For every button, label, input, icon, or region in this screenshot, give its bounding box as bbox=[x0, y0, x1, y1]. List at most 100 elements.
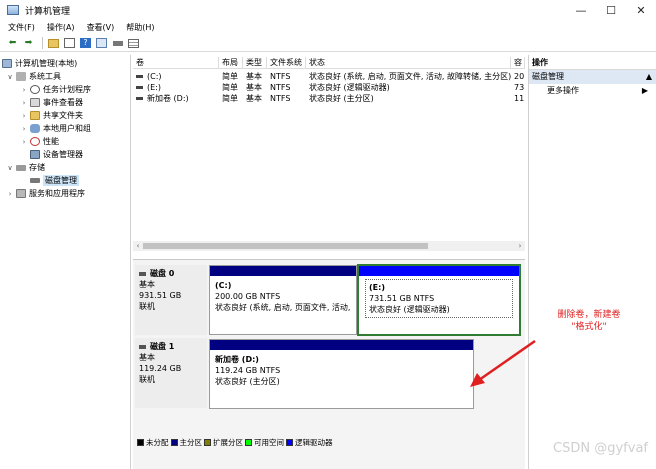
partition-bar bbox=[210, 340, 473, 350]
partition-bar bbox=[210, 266, 356, 276]
toolbar: ⬅ ➡ ? bbox=[0, 35, 656, 52]
annotation-line-2: "格式化" bbox=[571, 322, 607, 332]
shared-folder-icon bbox=[30, 111, 40, 120]
legend-label: 扩展分区 bbox=[213, 437, 243, 447]
actions-group-label: 磁盘管理 bbox=[532, 72, 564, 81]
partition-c[interactable]: (C:) 200.00 GB NTFS 状态良好 (系统, 启动, 页面文件, … bbox=[209, 265, 357, 335]
partition-name: (C:) bbox=[215, 281, 232, 290]
disk-0-info[interactable]: 磁盘 0 基本 931.51 GB 联机 bbox=[135, 265, 207, 335]
collapse-icon[interactable]: ∨ bbox=[6, 73, 14, 81]
partition-size: 200.00 GB NTFS bbox=[215, 292, 281, 301]
minimize-button[interactable]: — bbox=[566, 0, 596, 20]
disk-management-pane: 卷 布局 类型 文件系统 状态 容 (C:) 简单 基本 NTFS 状态良好 (… bbox=[133, 55, 526, 469]
tree-local-users[interactable]: › 本地用户和组 bbox=[20, 122, 91, 135]
volume-list: 卷 布局 类型 文件系统 状态 容 (C:) 简单 基本 NTFS 状态良好 (… bbox=[133, 57, 525, 243]
column-header-layout[interactable]: 布局 bbox=[219, 57, 243, 69]
close-button[interactable]: ✕ bbox=[626, 0, 656, 20]
tree-root[interactable]: 计算机管理(本地) bbox=[2, 57, 77, 70]
menu-help[interactable]: 帮助(H) bbox=[126, 22, 154, 33]
volume-name: 新加卷 (D:) bbox=[147, 94, 189, 103]
folder-up-icon[interactable] bbox=[47, 37, 60, 49]
expand-icon[interactable]: › bbox=[20, 86, 28, 94]
expand-icon[interactable]: › bbox=[6, 190, 14, 198]
tree-shared-folders[interactable]: › 共享文件夹 bbox=[20, 109, 83, 122]
partition-status: 状态良好 (系统, 启动, 页面文件, 活动, 故障转储, bbox=[215, 303, 351, 312]
volume-capacity: 20 bbox=[514, 72, 525, 81]
horizontal-scrollbar[interactable]: ‹ › bbox=[133, 241, 525, 251]
scroll-left-icon[interactable]: ‹ bbox=[133, 241, 143, 251]
expand-icon[interactable]: › bbox=[20, 125, 28, 133]
title-bar: 计算机管理 — ☐ ✕ bbox=[0, 0, 656, 20]
column-header-volume[interactable]: 卷 bbox=[133, 57, 219, 69]
disk-icon[interactable] bbox=[111, 37, 124, 49]
scrollbar-thumb[interactable] bbox=[143, 243, 428, 249]
collapse-icon[interactable]: ∨ bbox=[6, 164, 14, 172]
legend-label: 未分配 bbox=[146, 437, 169, 447]
legend-label: 逻辑驱动器 bbox=[295, 437, 333, 447]
disk-type: 基本 bbox=[139, 353, 155, 362]
column-header-type[interactable]: 类型 bbox=[243, 57, 267, 69]
expand-icon[interactable]: › bbox=[20, 112, 28, 120]
back-icon[interactable]: ⬅ bbox=[6, 37, 19, 49]
scroll-right-icon[interactable]: › bbox=[515, 241, 525, 251]
tree-services-apps[interactable]: › 服务和应用程序 bbox=[6, 187, 85, 200]
performance-icon bbox=[30, 137, 40, 146]
disk-size: 119.24 GB bbox=[139, 364, 182, 373]
column-header-capacity[interactable]: 容 bbox=[511, 57, 525, 69]
console-icon[interactable] bbox=[95, 37, 108, 49]
tree-performance[interactable]: › 性能 bbox=[20, 135, 59, 148]
disk-icon bbox=[139, 271, 146, 276]
maximize-button[interactable]: ☐ bbox=[596, 0, 626, 20]
users-icon bbox=[30, 124, 40, 133]
disk-type: 基本 bbox=[139, 280, 155, 289]
watermark: CSDN @gyfvaf bbox=[553, 441, 648, 456]
more-actions[interactable]: 更多操作 ▶ bbox=[529, 84, 656, 98]
column-header-status[interactable]: 状态 bbox=[306, 57, 511, 69]
disk-1-info[interactable]: 磁盘 1 基本 119.24 GB 联机 bbox=[135, 338, 207, 408]
tree-device-manager[interactable]: 设备管理器 bbox=[30, 148, 83, 161]
volume-type: 基本 bbox=[246, 83, 262, 92]
annotation-line-1: 删除卷，新建卷 bbox=[557, 310, 621, 320]
volume-status: 状态良好 (主分区) bbox=[309, 94, 374, 103]
menu-action[interactable]: 操作(A) bbox=[47, 22, 75, 33]
volume-status: 状态良好 (系统, 启动, 页面文件, 活动, 故障转储, 主分区) bbox=[309, 72, 511, 81]
volume-icon bbox=[136, 75, 143, 78]
legend-label: 主分区 bbox=[179, 437, 203, 447]
tools-icon bbox=[16, 72, 26, 81]
collapse-up-icon[interactable]: ▲ bbox=[646, 70, 652, 84]
list-icon[interactable] bbox=[127, 37, 140, 49]
partition-bar bbox=[359, 266, 519, 276]
properties-icon[interactable] bbox=[63, 37, 76, 49]
actions-header: 操作 bbox=[529, 55, 656, 70]
legend-swatch bbox=[286, 438, 293, 446]
actions-group-disk-management[interactable]: 磁盘管理 ▲ bbox=[529, 70, 656, 84]
volume-capacity: 11 bbox=[514, 94, 525, 103]
legend-swatch bbox=[204, 438, 211, 446]
expand-icon[interactable]: › bbox=[20, 99, 28, 107]
tree-task-scheduler[interactable]: › 任务计划程序 bbox=[20, 83, 91, 96]
column-header-filesystem[interactable]: 文件系统 bbox=[267, 57, 306, 69]
device-manager-icon bbox=[30, 150, 40, 159]
volume-capacity: 73 bbox=[514, 83, 525, 92]
disk-size: 931.51 GB bbox=[139, 291, 182, 300]
volume-type: 基本 bbox=[246, 72, 262, 81]
tree-system-tools[interactable]: ∨ 系统工具 bbox=[6, 70, 61, 83]
forward-icon[interactable]: ➡ bbox=[22, 37, 35, 49]
help-icon[interactable]: ? bbox=[79, 37, 92, 49]
volume-filesystem: NTFS bbox=[270, 94, 291, 103]
partition-size: 731.51 GB NTFS bbox=[369, 294, 435, 303]
expand-icon[interactable]: › bbox=[20, 138, 28, 146]
disk-name: 磁盘 1 bbox=[150, 342, 175, 351]
partition-e[interactable]: (E:) 731.51 GB NTFS 状态良好 (逻辑驱动器) bbox=[357, 264, 521, 336]
menu-bar: 文件(F) 操作(A) 查看(V) 帮助(H) bbox=[0, 20, 656, 35]
menu-file[interactable]: 文件(F) bbox=[8, 22, 35, 33]
menu-view[interactable]: 查看(V) bbox=[87, 22, 115, 33]
tree-storage[interactable]: ∨ 存储 bbox=[6, 161, 45, 174]
partition-name: 新加卷 (D:) bbox=[215, 355, 259, 364]
tree-event-viewer[interactable]: › 事件查看器 bbox=[20, 96, 83, 109]
event-viewer-icon bbox=[30, 98, 40, 107]
tree-disk-management[interactable]: 磁盘管理 bbox=[30, 174, 79, 187]
partition-name: (E:) bbox=[369, 283, 385, 292]
disk-state: 联机 bbox=[139, 302, 155, 311]
partition-d[interactable]: 新加卷 (D:) 119.24 GB NTFS 状态良好 (主分区) bbox=[209, 339, 474, 409]
